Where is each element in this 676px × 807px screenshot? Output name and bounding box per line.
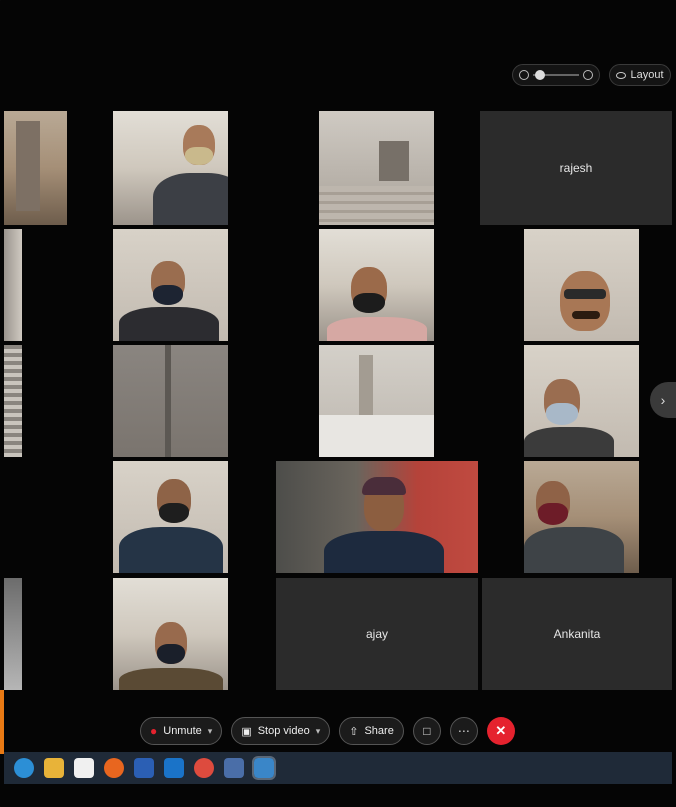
share-screen-icon: ⇧ (349, 725, 359, 738)
participant-name: Ankanita (553, 627, 601, 641)
participant-video[interactable] (113, 229, 228, 341)
edge-icon[interactable] (14, 758, 34, 778)
participant-name: rajesh (559, 161, 593, 175)
participant-tile-rajesh[interactable]: rajesh (480, 111, 672, 225)
share-label: Share (364, 725, 394, 737)
layout-label: Layout (630, 69, 664, 81)
participant-video[interactable] (113, 345, 228, 457)
stop-video-button[interactable]: ▣ Stop video ▾ (231, 717, 331, 745)
leave-meeting-button[interactable]: ✕ (486, 717, 515, 745)
word-icon[interactable] (134, 758, 154, 778)
more-icon: ⋯ (457, 724, 470, 738)
more-options-button[interactable]: ⋯ (449, 717, 478, 745)
app-icon[interactable] (224, 758, 244, 778)
unmute-button[interactable]: ● Unmute ▾ (140, 717, 223, 745)
stop-video-label: Stop video (257, 725, 310, 737)
meeting-window: Layout rajesh › ajay Ankanita ● Unmute ▾… (0, 0, 676, 807)
window-edge (0, 690, 4, 754)
video-camera-icon: ▣ (241, 725, 252, 738)
reactions-button[interactable]: □ (412, 717, 441, 745)
participant-video[interactable] (319, 229, 434, 341)
participant-video[interactable] (4, 229, 22, 341)
zoom-slider[interactable] (512, 64, 600, 86)
participant-video[interactable] (113, 111, 228, 225)
eye-icon (616, 71, 627, 79)
unmute-label: Unmute (163, 725, 202, 737)
participant-video[interactable] (4, 345, 22, 457)
next-page-button[interactable]: › (650, 382, 676, 418)
participant-video[interactable] (319, 345, 434, 457)
chevron-down-icon[interactable]: ▾ (316, 726, 321, 737)
chevron-right-icon: › (660, 392, 666, 408)
participant-video[interactable] (113, 461, 228, 573)
participant-video[interactable] (276, 461, 478, 573)
chrome-icon[interactable] (194, 758, 214, 778)
share-button[interactable]: ⇧ Share (339, 717, 404, 745)
reaction-icon: □ (423, 724, 431, 738)
participant-video[interactable] (524, 229, 639, 341)
participant-video[interactable] (524, 345, 639, 457)
participant-name: ajay (365, 627, 388, 641)
mail-icon[interactable] (164, 758, 184, 778)
webex-icon[interactable] (252, 756, 276, 780)
meeting-controls: ● Unmute ▾ ▣ Stop video ▾ ⇧ Share □ ⋯ ✕ (140, 716, 515, 746)
participant-tile-ajay[interactable]: ajay (276, 578, 478, 690)
zoom-in-icon[interactable] (583, 70, 593, 80)
participant-video[interactable] (319, 111, 434, 225)
file-explorer-icon[interactable] (44, 758, 64, 778)
zoom-knob[interactable] (535, 70, 545, 80)
participant-video[interactable] (4, 578, 22, 690)
layout-button[interactable]: Layout (609, 64, 671, 86)
taskbar (4, 752, 672, 784)
store-icon[interactable] (74, 758, 94, 778)
participant-video[interactable] (524, 461, 639, 573)
close-icon: ✕ (495, 723, 507, 738)
firefox-icon[interactable] (104, 758, 124, 778)
participant-video[interactable] (4, 111, 67, 225)
zoom-track[interactable] (533, 70, 579, 80)
mic-muted-icon: ● (150, 724, 158, 738)
participant-video[interactable] (113, 578, 228, 690)
participant-tile-ankanita[interactable]: Ankanita (482, 578, 672, 690)
zoom-out-icon[interactable] (519, 70, 529, 80)
chevron-down-icon[interactable]: ▾ (208, 726, 213, 737)
